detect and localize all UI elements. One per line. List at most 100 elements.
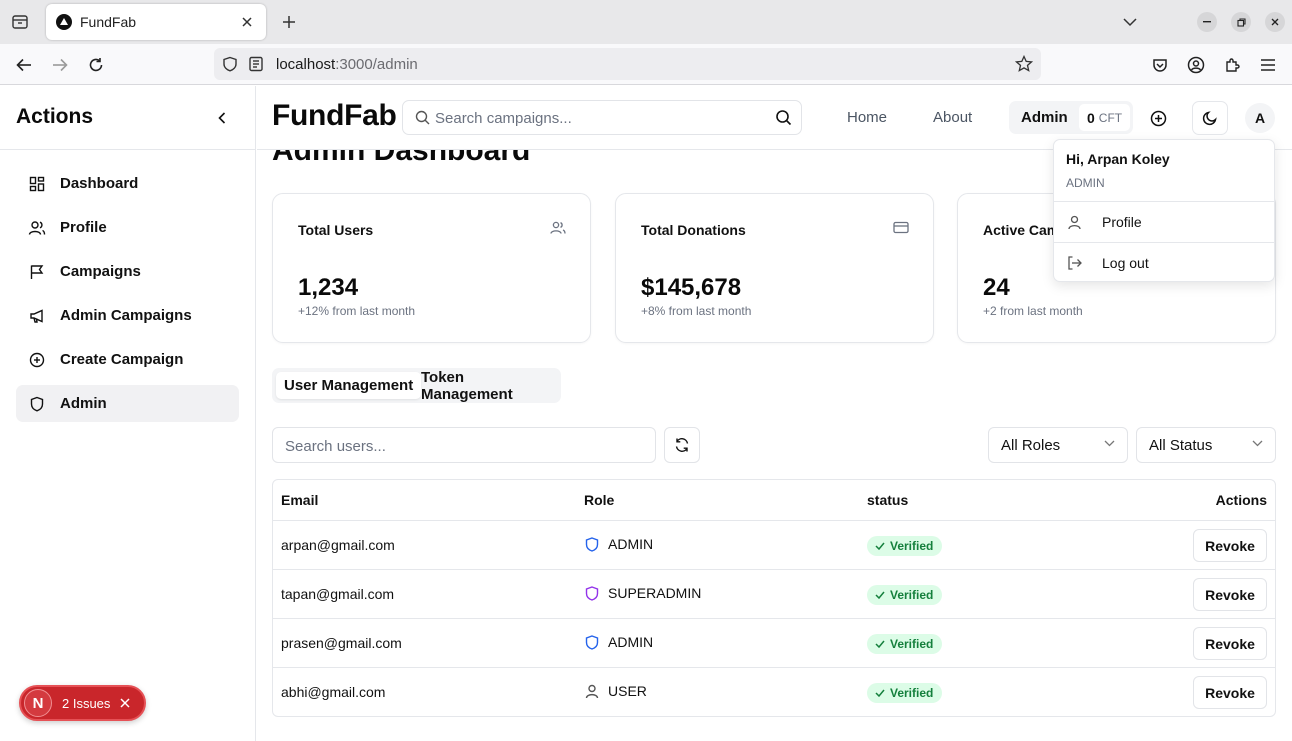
nav-link-home[interactable]: Home <box>847 109 887 126</box>
user-email: arpan@gmail.com <box>281 537 395 553</box>
menu-icon[interactable] <box>1256 53 1280 77</box>
nav-link-about[interactable]: About <box>933 109 972 126</box>
check-icon <box>875 689 885 697</box>
bookmark-star-icon[interactable] <box>1015 55 1033 73</box>
page-info-icon[interactable] <box>248 56 264 72</box>
user-menu-dropdown: Hi, Arpan Koley ADMIN Profile Log out <box>1053 139 1275 282</box>
table-row: arpan@gmail.com ADMIN Verified Revoke <box>273 520 1275 569</box>
shield-icon[interactable] <box>222 56 238 72</box>
user-role: SUPERADMIN <box>584 585 701 601</box>
stat-title: Active Cam <box>983 222 1060 238</box>
sidebar-item-create-campaign[interactable]: Create Campaign <box>16 341 239 378</box>
users-icon <box>28 219 46 237</box>
status-badge: Verified <box>867 634 943 654</box>
browser-tab[interactable]: FundFab <box>46 4 266 40</box>
divider <box>1054 242 1274 243</box>
reload-icon[interactable] <box>84 53 108 77</box>
forward-arrow-icon[interactable] <box>48 53 72 77</box>
issues-count: 2 Issues <box>62 695 111 711</box>
revoke-button[interactable]: Revoke <box>1193 529 1267 562</box>
url-bar[interactable]: localhost:3000/admin <box>214 48 1041 80</box>
user-menu-role: ADMIN <box>1066 176 1105 190</box>
stat-change: +2 from last month <box>983 304 1083 318</box>
user-email: tapan@gmail.com <box>281 586 395 602</box>
sidebar-item-dashboard[interactable]: Dashboard <box>16 165 239 202</box>
shield-icon <box>584 585 600 601</box>
menu-item-logout[interactable]: Log out <box>1058 246 1270 280</box>
pocket-icon[interactable] <box>1148 53 1172 77</box>
restore-window-icon[interactable] <box>1231 12 1251 32</box>
stat-card-total-users: Total Users 1,234 +12% from last month <box>272 193 591 343</box>
campaign-search-input[interactable] <box>435 107 765 129</box>
search-submit-icon[interactable] <box>775 109 792 126</box>
tab-list-icon[interactable] <box>8 10 32 34</box>
user-icon <box>1066 214 1082 230</box>
browser-nav-bar: localhost:3000/admin <box>0 44 1292 85</box>
user-menu-greeting: Hi, Arpan Koley <box>1066 151 1170 167</box>
close-window-icon[interactable] <box>1265 12 1285 32</box>
stat-value: 1,234 <box>298 274 359 301</box>
status-badge: Verified <box>867 683 943 703</box>
role-filter-select[interactable]: All Roles <box>988 427 1128 463</box>
minimize-window-icon[interactable] <box>1197 12 1217 32</box>
status-filter-value: All Status <box>1149 437 1213 454</box>
stat-change: +12% from last month <box>298 304 416 318</box>
create-campaign-button[interactable] <box>1140 101 1176 135</box>
revoke-button[interactable]: Revoke <box>1193 578 1267 611</box>
sidebar-item-admin[interactable]: Admin <box>16 385 239 422</box>
credit-card-icon <box>893 221 909 234</box>
page-title: Admin Dashboard <box>272 150 531 167</box>
stat-card-total-donations: Total Donations $145,678 +8% from last m… <box>615 193 934 343</box>
tab-token-management[interactable]: Token Management <box>413 369 561 403</box>
browser-tab-bar: FundFab <box>0 0 1292 44</box>
nav-link-admin[interactable]: Admin <box>1021 109 1068 126</box>
flag-icon <box>28 263 46 281</box>
status-filter-select[interactable]: All Status <box>1136 427 1276 463</box>
revoke-button[interactable]: Revoke <box>1193 627 1267 660</box>
megaphone-icon <box>28 307 46 325</box>
sidebar: Actions Dashboard Profile Campaigns Admi… <box>0 86 256 741</box>
users-table: Email Role status Actions arpan@gmail.co… <box>272 479 1276 717</box>
sidebar-item-campaigns[interactable]: Campaigns <box>16 253 239 290</box>
new-tab-icon[interactable] <box>278 11 300 33</box>
token-unit: CFT <box>1098 110 1123 125</box>
user-search-input[interactable] <box>285 435 645 457</box>
collapse-sidebar-button[interactable] <box>212 108 232 128</box>
brand-logo[interactable]: FundFab <box>272 99 397 133</box>
sidebar-item-profile[interactable]: Profile <box>16 209 239 246</box>
tab-user-management[interactable]: User Management <box>276 372 422 399</box>
avatar[interactable]: A <box>1245 103 1275 133</box>
chevron-down-icon[interactable] <box>1119 12 1141 32</box>
close-icon[interactable] <box>120 698 130 708</box>
role-filter-value: All Roles <box>1001 437 1061 454</box>
refresh-button[interactable] <box>664 427 700 463</box>
menu-item-profile[interactable]: Profile <box>1058 205 1270 239</box>
status-badge: Verified <box>867 536 943 556</box>
sidebar-item-label: Dashboard <box>60 175 139 192</box>
token-balance: 0 CFT <box>1079 104 1131 131</box>
theme-toggle-button[interactable] <box>1192 101 1228 135</box>
user-role: USER <box>584 683 647 699</box>
close-tab-icon[interactable] <box>238 13 256 31</box>
user-icon <box>584 683 600 699</box>
plus-circle-icon <box>1150 110 1166 126</box>
user-role: ADMIN <box>584 634 653 650</box>
url-text: localhost:3000/admin <box>276 56 418 73</box>
account-icon[interactable] <box>1184 53 1208 77</box>
refresh-icon <box>675 438 689 452</box>
campaign-search <box>402 100 802 135</box>
issues-toast[interactable]: N 2 Issues <box>19 685 146 721</box>
back-arrow-icon[interactable] <box>12 53 36 77</box>
stat-value: 24 <box>983 274 1010 301</box>
sidebar-item-label: Admin <box>60 395 107 412</box>
sidebar-item-admin-campaigns[interactable]: Admin Campaigns <box>16 297 239 334</box>
sidebar-item-label: Admin Campaigns <box>60 307 192 324</box>
sidebar-item-label: Campaigns <box>60 263 141 280</box>
revoke-button[interactable]: Revoke <box>1193 676 1267 709</box>
logout-icon <box>1066 255 1082 271</box>
moon-icon <box>1202 111 1217 126</box>
chevron-down-icon <box>1104 440 1115 447</box>
extensions-icon[interactable] <box>1220 53 1244 77</box>
status-badge: Verified <box>867 585 943 605</box>
sidebar-item-label: Create Campaign <box>60 351 184 368</box>
